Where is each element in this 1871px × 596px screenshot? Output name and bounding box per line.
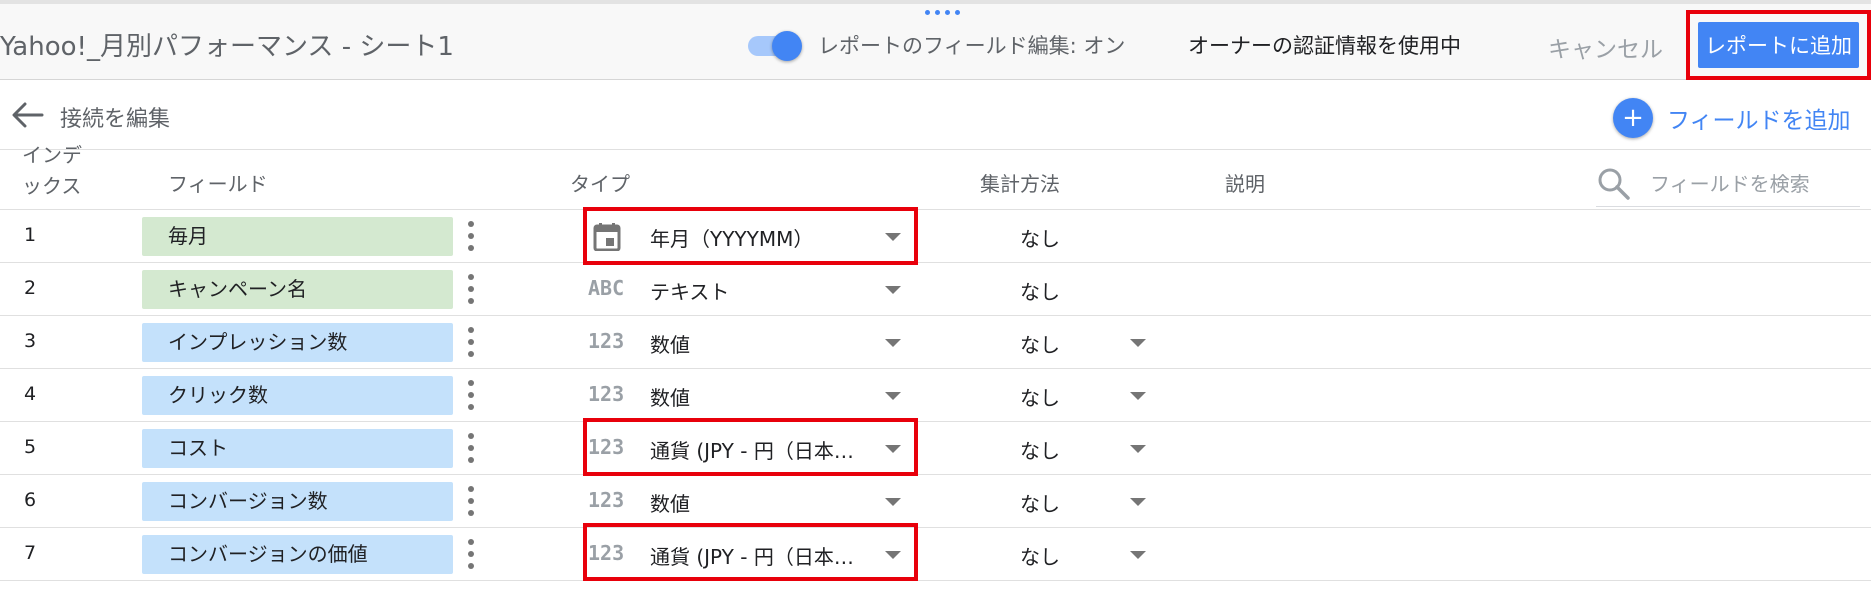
number-123-icon: 123: [588, 488, 625, 512]
aggregation-value: なし: [1020, 439, 1060, 463]
table-row: 2 キャンペーン名 ABC テキスト なし: [0, 263, 1871, 316]
type-dropdown-arrow-icon[interactable]: [885, 498, 901, 506]
table-row: 5 コスト 123 通貨 (JPY - 円（日本）... なし: [0, 422, 1871, 475]
field-type-label: 数値: [650, 492, 690, 516]
more-vert-icon[interactable]: [466, 433, 476, 463]
field-type-label: 通貨 (JPY - 円（日本）...: [650, 545, 870, 569]
plus-icon: +: [1613, 98, 1653, 138]
table-row: 6 コンバージョン数 123 数値 なし: [0, 475, 1871, 528]
aggregation-value: なし: [1020, 386, 1060, 410]
row-index: 2: [24, 277, 37, 299]
aggregation-dropdown-arrow-icon[interactable]: [1130, 551, 1146, 559]
field-name-chip[interactable]: インプレッション数: [142, 323, 453, 362]
aggregation-dropdown-arrow-icon[interactable]: [1130, 392, 1146, 400]
type-dropdown-arrow-icon[interactable]: [885, 392, 901, 400]
row-index: 6: [24, 489, 37, 511]
column-header-field[interactable]: フィールド: [168, 168, 268, 197]
column-header-index: インデックス: [22, 143, 82, 198]
field-name-chip[interactable]: コンバージョン数: [142, 482, 453, 521]
more-vert-icon[interactable]: [466, 539, 476, 569]
toggle-knob: [772, 31, 802, 61]
type-dropdown-arrow-icon[interactable]: [885, 286, 901, 294]
highlight-box: レポートに追加: [1686, 10, 1871, 80]
abc-text-icon: ABC: [588, 276, 625, 300]
aggregation-dropdown-arrow-icon[interactable]: [1130, 498, 1146, 506]
number-123-icon: 123: [588, 541, 625, 565]
field-type-label: 通貨 (JPY - 円（日本）...: [650, 439, 870, 463]
more-vert-icon[interactable]: [466, 380, 476, 410]
number-123-icon: 123: [588, 435, 625, 459]
calendar-icon: [593, 223, 621, 251]
arrow-left-icon[interactable]: [10, 100, 44, 130]
field-search-input[interactable]: [1648, 168, 1852, 200]
cancel-button[interactable]: キャンセル: [1548, 30, 1663, 64]
aggregation-value: なし: [1020, 492, 1060, 516]
data-source-title[interactable]: Yahoo!_月別パフォーマンス - シート1: [0, 26, 454, 63]
field-search[interactable]: [1596, 162, 1860, 207]
column-header-type[interactable]: タイプ: [570, 168, 630, 197]
field-type-label: テキスト: [650, 280, 730, 304]
type-dropdown-arrow-icon[interactable]: [885, 339, 901, 347]
table-row: 7 コンバージョンの価値 123 通貨 (JPY - 円（日本）... なし: [0, 528, 1871, 581]
column-header-description: 説明: [1225, 172, 1265, 196]
row-index: 5: [24, 436, 37, 458]
drag-handle-icon[interactable]: [925, 10, 960, 15]
data-source-editor: Yahoo!_月別パフォーマンス - シート1 レポートのフィールド編集: オン…: [0, 0, 1871, 596]
more-vert-icon[interactable]: [466, 274, 476, 304]
aggregation-value: なし: [1020, 333, 1060, 357]
top-header: Yahoo!_月別パフォーマンス - シート1 レポートのフィールド編集: オン…: [0, 0, 1871, 80]
row-index: 4: [24, 383, 37, 405]
table-row: 1 毎月 年月（YYYYMM） なし: [0, 210, 1871, 263]
more-vert-icon[interactable]: [466, 327, 476, 357]
type-dropdown-arrow-icon[interactable]: [885, 233, 901, 241]
row-index: 3: [24, 330, 37, 352]
field-type-label: 数値: [650, 333, 690, 357]
aggregation-dropdown-arrow-icon[interactable]: [1130, 339, 1146, 347]
field-edit-toggle-label: レポートのフィールド編集: オン: [818, 34, 1126, 58]
connection-bar: 接続を編集 + フィールドを追加: [0, 80, 1871, 150]
type-dropdown-arrow-icon[interactable]: [885, 551, 901, 559]
field-type-label: 数値: [650, 386, 690, 410]
row-index: 7: [24, 542, 37, 564]
aggregation-value: なし: [1020, 545, 1060, 569]
aggregation-dropdown-arrow-icon[interactable]: [1130, 445, 1146, 453]
field-name-chip[interactable]: コスト: [142, 429, 453, 468]
field-name-chip[interactable]: キャンペーン名: [142, 270, 453, 309]
column-header-aggregation[interactable]: 集計方法: [980, 168, 1060, 197]
edit-connection-link[interactable]: 接続を編集: [60, 101, 170, 133]
add-to-report-button[interactable]: レポートに追加: [1698, 22, 1859, 68]
owner-credentials-link[interactable]: オーナーの認証情報を使用中: [1188, 30, 1461, 60]
table-row: 3 インプレッション数 123 数値 なし: [0, 316, 1871, 369]
field-name-chip[interactable]: 毎月: [142, 217, 453, 256]
field-edit-toggle[interactable]: [748, 30, 804, 61]
table-row: 4 クリック数 123 数値 なし: [0, 369, 1871, 422]
add-field-button[interactable]: + フィールドを追加: [1613, 98, 1851, 138]
number-123-icon: 123: [588, 382, 625, 406]
type-dropdown-arrow-icon[interactable]: [885, 445, 901, 453]
add-field-label: フィールドを追加: [1667, 108, 1851, 134]
field-type-label: 年月（YYYYMM）: [650, 227, 814, 251]
field-name-chip[interactable]: コンバージョンの価値: [142, 535, 453, 574]
number-123-icon: 123: [588, 329, 625, 353]
aggregation-value: なし: [1020, 227, 1060, 251]
field-name-chip[interactable]: クリック数: [142, 376, 453, 415]
aggregation-value: なし: [1020, 280, 1060, 304]
search-icon: [1598, 168, 1630, 200]
more-vert-icon[interactable]: [466, 486, 476, 516]
more-vert-icon[interactable]: [466, 221, 476, 251]
row-index: 1: [24, 224, 37, 246]
